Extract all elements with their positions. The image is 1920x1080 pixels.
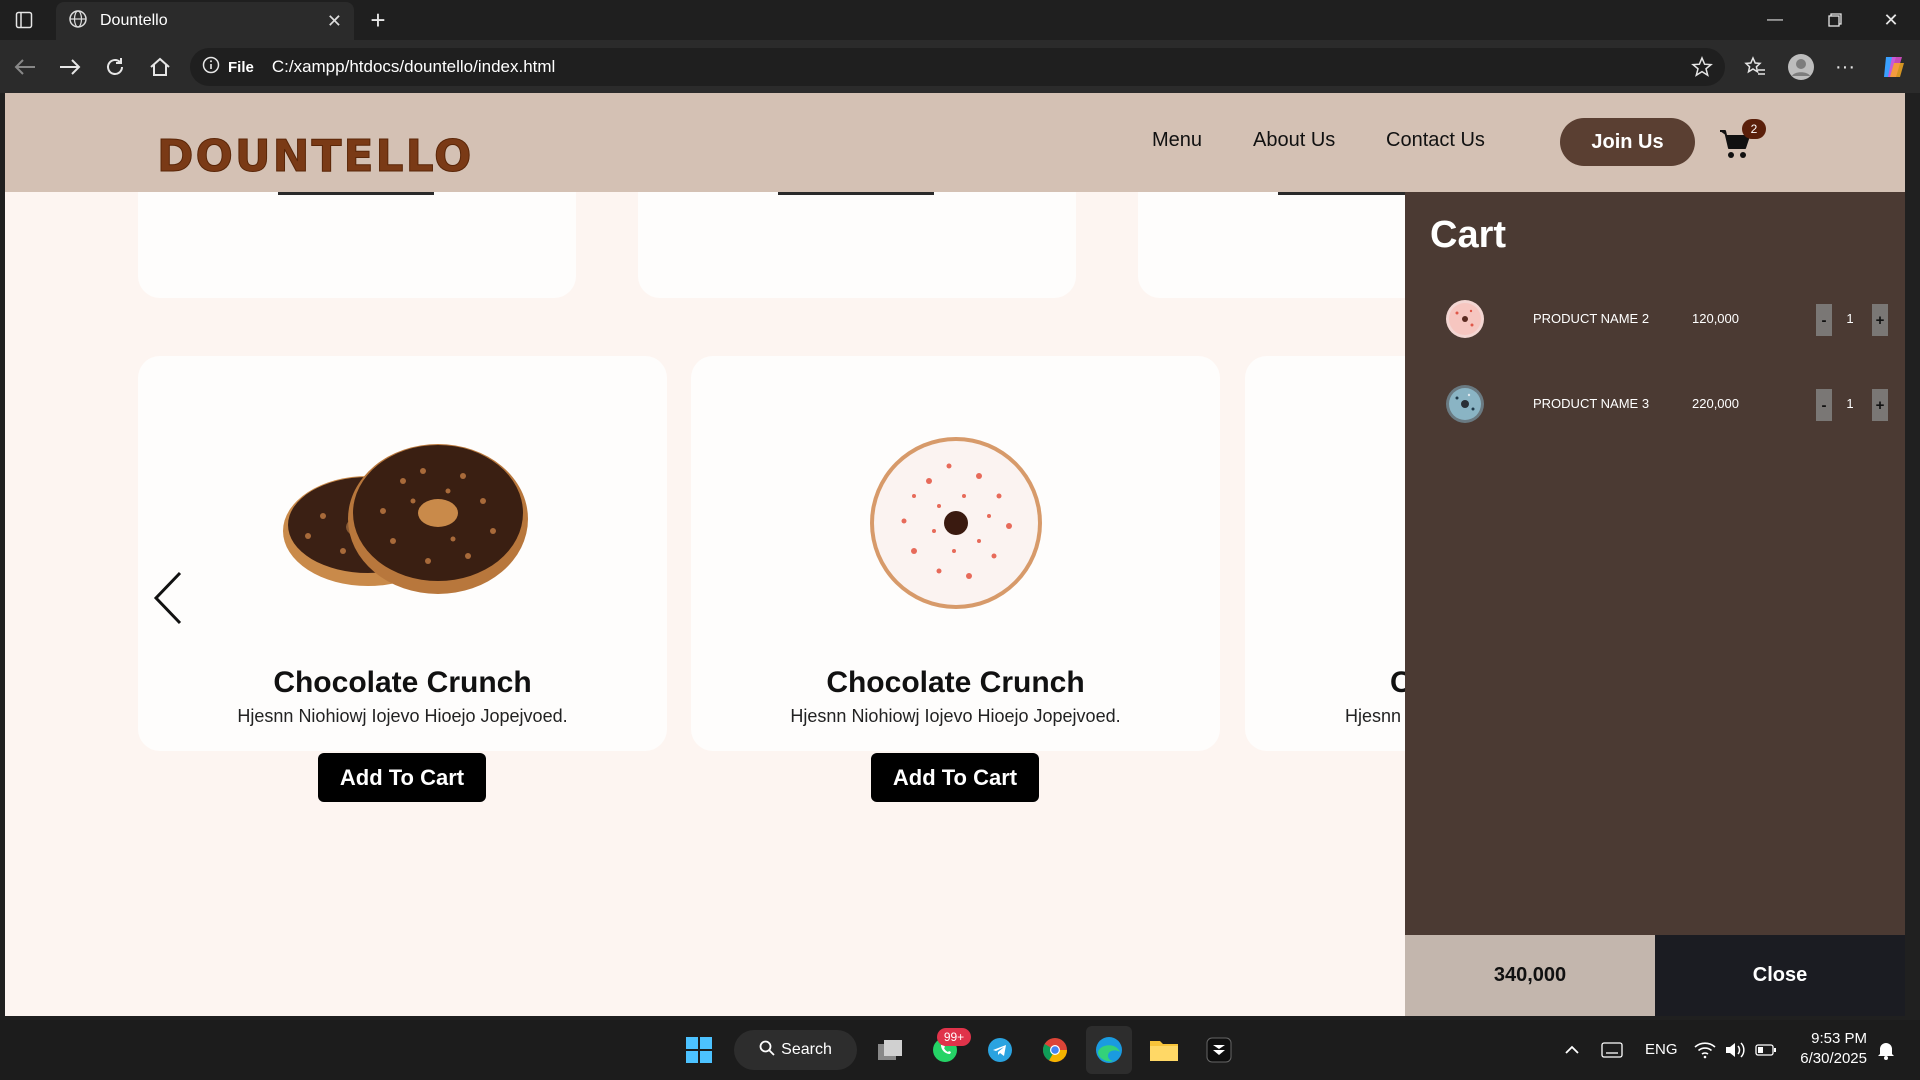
cart-item: PRODUCT NAME 2 120,000 - 1 + bbox=[1405, 289, 1905, 349]
tab-title: Dountello bbox=[100, 12, 168, 29]
cart-item-name: PRODUCT NAME 3 bbox=[1533, 396, 1650, 411]
cart-panel: Cart PRODUCT NAME 2 120,000 - 1 + PRODUC… bbox=[1405, 192, 1905, 1016]
browser-tab-bar: Dountello ✕ + — ✕ bbox=[0, 0, 1920, 40]
clock-time[interactable]: 9:53 PM bbox=[1797, 1030, 1867, 1047]
taskbar-search[interactable]: Search bbox=[734, 1030, 857, 1070]
tab-actions-icon[interactable] bbox=[12, 8, 36, 32]
cart-total: 340,000 bbox=[1405, 935, 1655, 1016]
cart-item-name: PRODUCT NAME 2 bbox=[1533, 311, 1650, 326]
join-us-button[interactable]: Join Us bbox=[1560, 118, 1695, 166]
back-icon[interactable] bbox=[10, 52, 40, 82]
home-icon[interactable] bbox=[145, 52, 175, 82]
chocolate-donut-image bbox=[263, 441, 533, 601]
browser-toolbar: File C:/xampp/htdocs/dountello/index.htm… bbox=[0, 40, 1920, 93]
nav-contact-us[interactable]: Contact Us bbox=[1386, 129, 1485, 152]
telegram-icon[interactable] bbox=[984, 1034, 1016, 1066]
app-icon[interactable] bbox=[1203, 1034, 1235, 1066]
volume-icon[interactable] bbox=[1722, 1036, 1748, 1064]
address-bar[interactable]: File C:/xampp/htdocs/dountello/index.htm… bbox=[190, 48, 1725, 86]
info-icon[interactable] bbox=[202, 56, 220, 79]
cart-item: PRODUCT NAME 3 220,000 - 1 + bbox=[1405, 374, 1905, 434]
minimize-icon[interactable]: — bbox=[1760, 6, 1790, 34]
product-card: Chocolate Crunch Hjesnn Niohiowj Iojevo … bbox=[691, 356, 1220, 802]
cart-item-thumbnail bbox=[1445, 384, 1485, 424]
cart-close-button[interactable]: Close bbox=[1655, 935, 1905, 1016]
cart-count-badge: 2 bbox=[1742, 119, 1766, 139]
more-options-icon[interactable]: ··· bbox=[1830, 52, 1860, 82]
qty-value: 1 bbox=[1846, 311, 1854, 326]
product-title: Chocolate Crunch bbox=[826, 666, 1085, 699]
strawberry-sprinkle-donut-image bbox=[869, 436, 1044, 611]
qty-decrease-button[interactable]: - bbox=[1816, 389, 1832, 421]
site-header: DOUNTELLO Menu About Us Contact Us Join … bbox=[5, 93, 1905, 192]
cart-item-thumbnail bbox=[1445, 299, 1485, 339]
close-window-icon[interactable]: ✕ bbox=[1876, 6, 1906, 34]
search-label: Search bbox=[781, 1041, 832, 1058]
wifi-icon[interactable] bbox=[1692, 1036, 1718, 1064]
qty-value: 1 bbox=[1846, 396, 1854, 411]
url-text[interactable]: C:/xampp/htdocs/dountello/index.html bbox=[272, 57, 556, 77]
reload-icon[interactable] bbox=[100, 52, 130, 82]
carousel-prev-arrow-icon[interactable] bbox=[150, 568, 190, 628]
keyboard-icon[interactable] bbox=[1598, 1036, 1626, 1064]
search-icon bbox=[759, 1040, 775, 1061]
add-to-cart-button[interactable]: Add To Cart bbox=[318, 753, 486, 802]
favorite-star-icon[interactable] bbox=[1691, 56, 1713, 83]
edge-icon[interactable] bbox=[1086, 1026, 1132, 1074]
language-indicator[interactable]: ENG bbox=[1645, 1041, 1678, 1058]
chevron-up-icon[interactable] bbox=[1560, 1036, 1584, 1064]
windows-start-icon[interactable] bbox=[683, 1034, 715, 1066]
cart-title: Cart bbox=[1430, 214, 1507, 256]
file-explorer-icon[interactable] bbox=[1148, 1034, 1180, 1066]
clock-date[interactable]: 6/30/2025 bbox=[1787, 1050, 1867, 1067]
globe-icon bbox=[68, 9, 88, 34]
qty-increase-button[interactable]: + bbox=[1872, 389, 1888, 421]
chrome-icon[interactable] bbox=[1039, 1034, 1071, 1066]
site-logo[interactable]: DOUNTELLO bbox=[156, 131, 473, 183]
qty-decrease-button[interactable]: - bbox=[1816, 304, 1832, 336]
add-to-cart-button[interactable]: Add To Cart bbox=[871, 753, 1039, 802]
nav-menu[interactable]: Menu bbox=[1152, 129, 1202, 152]
windows-taskbar: Search 99+ ENG 9:53 PM 6/30/2025 bbox=[0, 1020, 1920, 1080]
copilot-icon[interactable] bbox=[1877, 50, 1911, 84]
product-card: Chocolate Crunch Hjesnn Niohiowj Iojevo … bbox=[138, 356, 667, 802]
notifications-icon[interactable] bbox=[1873, 1036, 1899, 1064]
favorites-icon[interactable] bbox=[1740, 52, 1770, 82]
browser-tab[interactable]: Dountello ✕ bbox=[56, 2, 354, 40]
profile-avatar-icon[interactable] bbox=[1785, 51, 1817, 83]
web-page: Chocolate Crunch Hjesnn Niohiowj Iojevo … bbox=[5, 93, 1905, 1016]
restore-icon[interactable] bbox=[1820, 6, 1850, 34]
whatsapp-notification-badge: 99+ bbox=[937, 1028, 971, 1046]
cart-item-price: 120,000 bbox=[1692, 311, 1739, 326]
new-tab-icon[interactable]: + bbox=[364, 5, 392, 35]
close-tab-icon[interactable]: ✕ bbox=[327, 11, 342, 32]
product-description: Hjesnn Niohiowj Iojevo Hioejo Jopejvoed. bbox=[237, 706, 568, 726]
product-description: Hjesnn Niohiowj Iojevo Hioejo Jopejvoed. bbox=[790, 706, 1121, 726]
forward-icon[interactable] bbox=[55, 52, 85, 82]
battery-icon[interactable] bbox=[1753, 1036, 1779, 1064]
nav-about-us[interactable]: About Us bbox=[1253, 129, 1335, 152]
qty-increase-button[interactable]: + bbox=[1872, 304, 1888, 336]
cart-item-price: 220,000 bbox=[1692, 396, 1739, 411]
task-view-icon[interactable] bbox=[874, 1034, 906, 1066]
file-scheme-label: File bbox=[228, 58, 254, 76]
product-title: Chocolate Crunch bbox=[273, 666, 532, 699]
